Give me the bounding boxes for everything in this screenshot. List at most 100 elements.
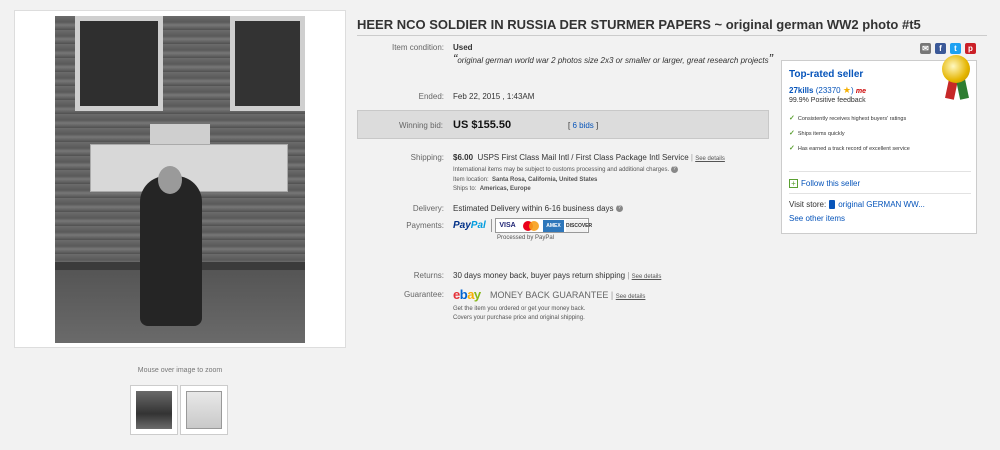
facebook-icon[interactable]: f [935, 43, 946, 54]
checkmark-icon: ✓ [789, 145, 795, 152]
item-location-value: Santa Rosa, California, United States [492, 177, 598, 183]
returns-value: 30 days money back, buyer pays return sh… [453, 271, 662, 280]
photo-window-right [230, 16, 305, 111]
delivery-value: Estimated Delivery within 6-16 business … [453, 204, 623, 213]
bid-count-close: ] [593, 121, 599, 130]
box-divider [789, 171, 971, 172]
ebay-logo-e: e [453, 287, 460, 302]
condition-label: Item condition: [391, 43, 444, 52]
ebay-logo: ebay [453, 287, 481, 302]
bid-count-link[interactable]: 6 bids [572, 121, 593, 130]
shipping-value: $6.00 USPS First Class Mail Intl / First… [453, 153, 725, 162]
page-title: HEER NCO SOLDIER IN RUSSIA DER STURMER P… [357, 17, 921, 32]
mail-icon[interactable]: ✉ [920, 43, 931, 54]
returns-see-details-link[interactable]: See details [632, 274, 662, 280]
money-back-guarantee: MONEY BACK GUARANTEE | See details [490, 290, 646, 300]
visa-icon: VISA [497, 220, 518, 232]
seller-bullet-text: Consistently receives highest buyers' ra… [797, 116, 907, 122]
thumbnail-2-image [186, 391, 222, 429]
customs-note: International items may be subject to cu… [453, 166, 678, 173]
shipping-service: USPS First Class Mail Intl / First Class… [477, 153, 689, 162]
condition-note: “original german world war 2 photos size… [453, 51, 773, 66]
star-icon: ★ [842, 85, 851, 95]
shipping-price: $6.00 [453, 153, 474, 162]
winning-bid-box: Winning bid: US $155.50 [ 6 bids ] [357, 110, 769, 139]
money-back-guarantee-text: MONEY BACK GUARANTEE [490, 290, 609, 300]
ebay-logo-a: a [467, 287, 474, 302]
delivery-text: Estimated Delivery within 6-16 business … [453, 204, 614, 213]
seller-name-row: 27kills (23370 ★) me [789, 85, 866, 96]
store-icon [829, 200, 836, 210]
box-divider [789, 193, 971, 194]
guarantee-line-2: Covers your purchase price and original … [453, 315, 585, 321]
info-icon[interactable]: ? [615, 205, 623, 213]
ships-to-label: Ships to: [453, 186, 477, 192]
bid-count: [ 6 bids ] [568, 121, 598, 130]
returns-text: 30 days money back, buyer pays return sh… [453, 271, 626, 280]
photo-sign [150, 124, 210, 146]
me-icon[interactable]: me [856, 88, 866, 95]
guarantee-see-details-link[interactable]: See details [616, 294, 646, 300]
guarantee-label: Guarantee: [403, 290, 444, 299]
thumbnail-1[interactable] [130, 385, 178, 435]
main-photo-frame[interactable] [14, 10, 346, 348]
seller-feedback-score[interactable]: (23370 [816, 86, 841, 95]
ships-to-value: Americas, Europe [479, 186, 531, 192]
discover-icon: DISCOVER [566, 220, 592, 232]
ebay-logo-y: y [473, 287, 481, 302]
paypal-logo-a: Pay [453, 220, 471, 231]
seller-username-link[interactable]: 27kills [789, 86, 813, 95]
condition-note-text: original german world war 2 photos size … [457, 56, 769, 65]
mastercard-icon [520, 220, 541, 232]
info-icon[interactable]: ? [670, 166, 678, 173]
ended-value: Feb 22, 2015 , 1:43AM [453, 92, 535, 101]
paypal-divider [491, 219, 492, 232]
guarantee-line-1: Get the item you ordered or get your mon… [453, 306, 586, 312]
seller-bullet: ✓ Ships items quickly [789, 130, 969, 138]
seller-bullet-text: Ships items quickly [797, 131, 845, 137]
delivery-label: Delivery: [412, 204, 444, 213]
seller-bullet-text: Has earned a track record of excellent s… [797, 146, 910, 152]
winning-bid-label: Winning bid: [398, 121, 443, 130]
paypal-logo: PayPal [453, 220, 486, 231]
visit-store-label: Visit store: [789, 200, 827, 209]
ended-label: Ended: [418, 92, 444, 101]
follow-seller-label: Follow this seller [801, 179, 861, 188]
checkmark-icon: ✓ [789, 115, 795, 122]
seller-bullet: ✓ Has earned a track record of excellent … [789, 145, 969, 153]
item-location: Item location: Santa Rosa, California, U… [453, 177, 597, 183]
photo-soldier [140, 176, 202, 326]
ships-to: Ships to: Americas, Europe [453, 186, 531, 192]
main-item-photo[interactable] [55, 16, 305, 343]
seller-feedback-score-close: ) [850, 86, 854, 95]
positive-feedback: 99.9% Positive feedback [789, 97, 866, 104]
seller-info-box: Top-rated seller 27kills (23370 ★) me 99… [781, 55, 977, 234]
payment-cards: VISA AMEX DISCOVER [495, 218, 592, 233]
visit-store: Visit store: original GERMAN WW... [789, 200, 925, 210]
payments-label: Payments: [406, 221, 444, 230]
paypal-logo-b: Pal [470, 220, 486, 231]
customs-note-text: International items may be subject to cu… [453, 167, 670, 174]
photo-window-left [75, 16, 163, 111]
item-location-label: Item location: [453, 177, 489, 183]
top-rated-seller-title: Top-rated seller [789, 69, 864, 80]
top-rated-badge-icon [942, 55, 970, 83]
plus-icon: + [789, 179, 798, 188]
thumbnail-2[interactable] [180, 385, 228, 435]
shipping-see-details-link[interactable]: See details [695, 156, 725, 162]
pinterest-icon[interactable]: p [965, 43, 976, 54]
amex-icon: AMEX [543, 220, 564, 232]
returns-label: Returns: [413, 271, 444, 280]
winning-bid-price: US $155.50 [453, 119, 512, 131]
thumbnail-1-image [136, 391, 172, 429]
photo-soldier-head [158, 166, 182, 194]
checkmark-icon: ✓ [789, 130, 795, 137]
shipping-label: Shipping: [410, 153, 444, 162]
follow-seller-button[interactable]: + Follow this seller [789, 179, 860, 188]
twitter-icon[interactable]: t [950, 43, 961, 54]
zoom-hint: Mouse over image to zoom [137, 367, 223, 374]
close-quote: ” [768, 51, 773, 66]
store-name-link[interactable]: original GERMAN WW... [838, 200, 925, 209]
title-divider [357, 35, 987, 36]
see-other-items-link[interactable]: See other items [789, 214, 845, 223]
